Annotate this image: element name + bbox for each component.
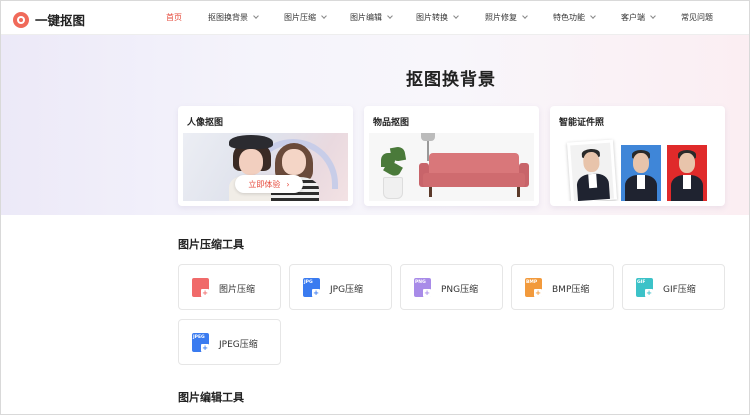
tool-label: GIF压缩 xyxy=(663,285,696,295)
nav-item-label: 常见问题 xyxy=(681,13,713,22)
top-header: 一键抠图 首页 抠图换背景 图片压缩 图片编辑 图片转换 照片修复 特色功能 客… xyxy=(1,1,749,35)
nav-item-repair[interactable]: 照片修复 xyxy=(485,12,528,23)
nav-item-home[interactable]: 首页 xyxy=(166,12,182,23)
nav-item-compress[interactable]: 图片压缩 xyxy=(284,12,327,23)
chevron-down-icon xyxy=(453,13,459,19)
tool-jpg-compress[interactable]: JPG + JPG压缩 xyxy=(289,264,392,310)
nav-item-label: 特色功能 xyxy=(553,13,585,22)
nav-item-label: 抠图换背景 xyxy=(208,13,248,22)
section-title-compress: 图片压缩工具 xyxy=(178,238,244,251)
nav-item-label: 首页 xyxy=(166,13,182,22)
nav-item-label: 客户端 xyxy=(621,13,645,22)
tool-bmp-compress[interactable]: BMP + BMP压缩 xyxy=(511,264,614,310)
logo-icon xyxy=(13,11,29,28)
gif-file-icon: GIF + xyxy=(636,278,653,297)
try-now-button[interactable]: 立即体验 › xyxy=(235,175,303,193)
portrait-sample-image: 立即体验 › xyxy=(183,133,348,201)
card-portrait-cutout[interactable]: 人像抠图 立即体验 › xyxy=(178,106,353,206)
page-frame: 一键抠图 首页 抠图换背景 图片压缩 图片编辑 图片转换 照片修复 特色功能 客… xyxy=(0,0,750,415)
image-compress-icon: + xyxy=(192,278,209,297)
tool-label: 图片压缩 xyxy=(219,285,256,295)
brand-name: 一键抠图 xyxy=(35,13,86,28)
nav-item-label: 图片压缩 xyxy=(284,13,316,22)
png-file-icon: PNG + xyxy=(414,278,431,297)
chevron-right-icon: › xyxy=(286,179,290,189)
tool-png-compress[interactable]: PNG + PNG压缩 xyxy=(400,264,503,310)
card-title: 物品抠图 xyxy=(373,118,410,128)
chevron-down-icon xyxy=(522,13,528,19)
chevron-down-icon xyxy=(590,13,596,19)
card-object-cutout[interactable]: 物品抠图 xyxy=(364,106,539,206)
card-id-photo[interactable]: 智能证件照 xyxy=(550,106,725,206)
chevron-down-icon xyxy=(253,13,259,19)
card-title: 人像抠图 xyxy=(187,118,224,128)
nav-item-label: 图片编辑 xyxy=(350,13,382,22)
nav-item-client[interactable]: 客户端 xyxy=(621,12,656,23)
hero-title: 抠图换背景 xyxy=(406,70,496,90)
chevron-down-icon xyxy=(387,13,393,19)
tool-label: JPG压缩 xyxy=(330,285,364,295)
tool-label: BMP压缩 xyxy=(552,285,590,295)
tool-image-compress[interactable]: + 图片压缩 xyxy=(178,264,281,310)
jpg-file-icon: JPG + xyxy=(303,278,320,297)
tool-jpeg-compress[interactable]: JPEG + JPEG压缩 xyxy=(178,319,281,365)
bmp-file-icon: BMP + xyxy=(525,278,542,297)
jpeg-file-icon: JPEG + xyxy=(192,333,209,352)
nav-item-edit[interactable]: 图片编辑 xyxy=(350,12,393,23)
chevron-down-icon xyxy=(650,13,656,19)
tool-label: PNG压缩 xyxy=(441,285,479,295)
nav-item-features[interactable]: 特色功能 xyxy=(553,12,596,23)
section-title-edit: 图片编辑工具 xyxy=(178,391,244,404)
nav-item-convert[interactable]: 图片转换 xyxy=(416,12,459,23)
nav-item-faq[interactable]: 常见问题 xyxy=(681,12,713,23)
nav-item-label: 图片转换 xyxy=(416,13,448,22)
tool-gif-compress[interactable]: GIF + GIF压缩 xyxy=(622,264,725,310)
tool-label: JPEG压缩 xyxy=(219,340,258,350)
nav-item-label: 照片修复 xyxy=(485,13,517,22)
card-title: 智能证件照 xyxy=(559,118,605,128)
object-sample-image xyxy=(369,133,534,201)
try-now-label: 立即体验 xyxy=(248,179,281,189)
brand-logo[interactable]: 一键抠图 xyxy=(13,10,85,29)
id-photo-sample-image xyxy=(555,133,720,201)
nav-item-cutout[interactable]: 抠图换背景 xyxy=(208,12,259,23)
chevron-down-icon xyxy=(321,13,327,19)
